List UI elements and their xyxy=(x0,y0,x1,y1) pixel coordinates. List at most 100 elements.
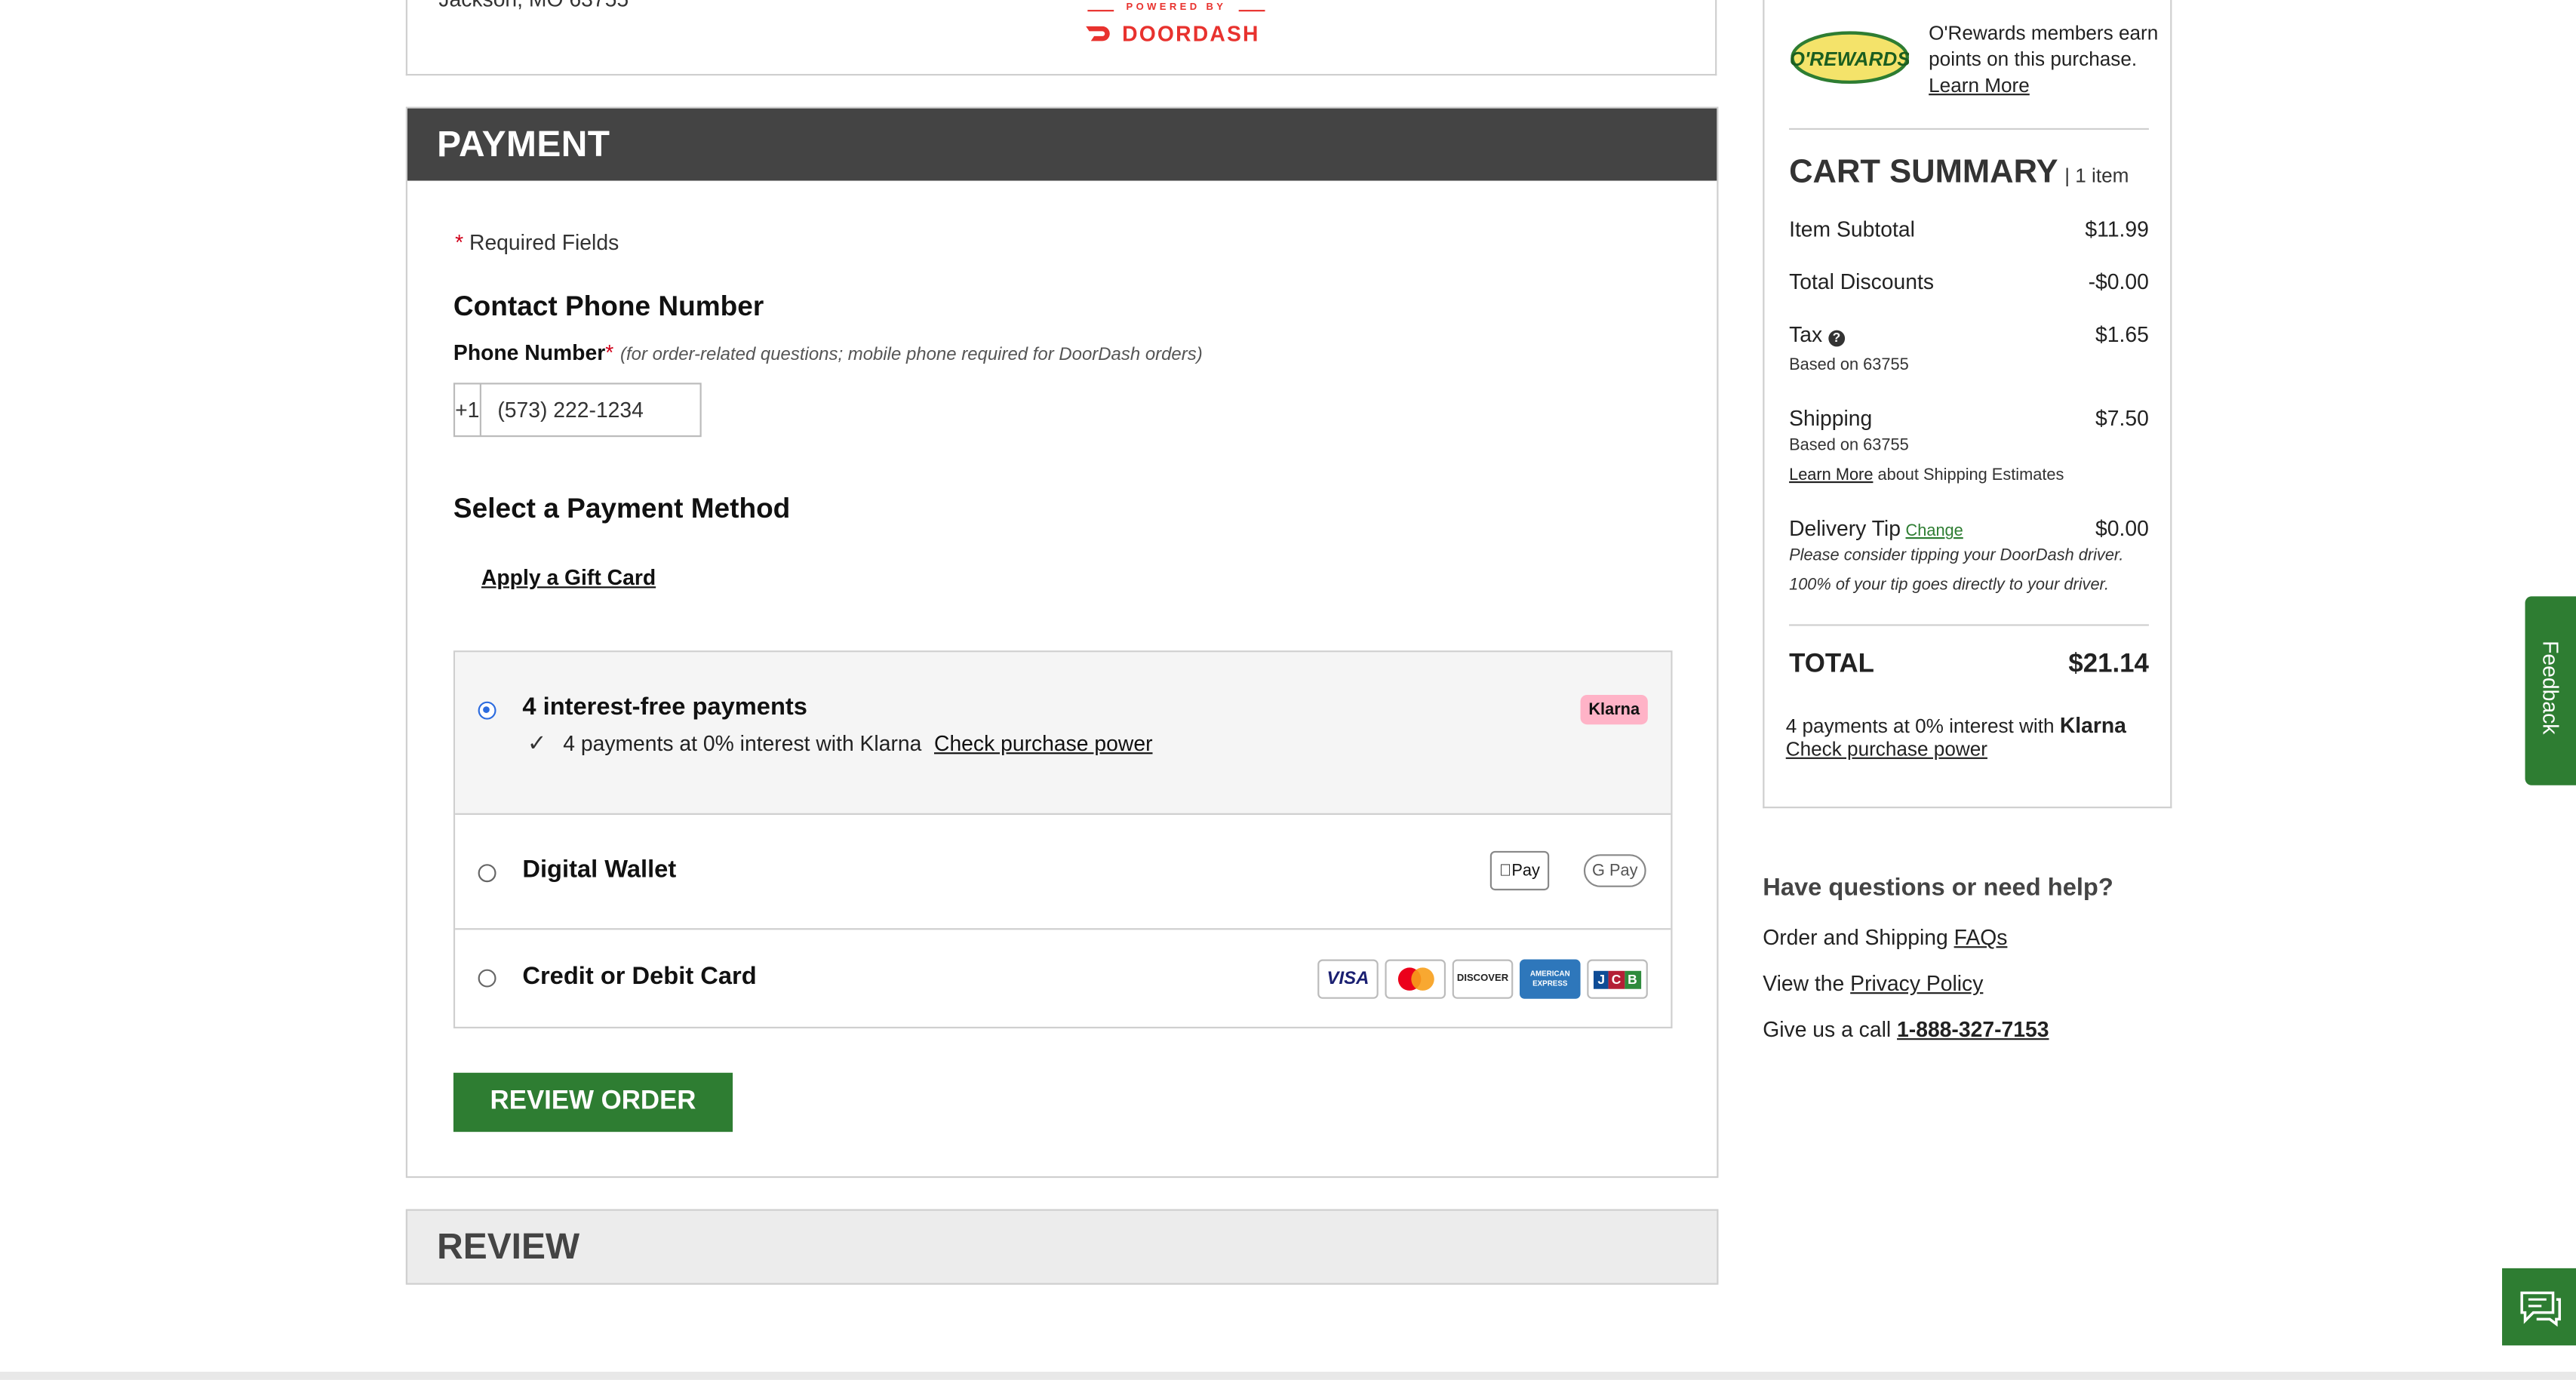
contact-phone-heading: Contact Phone Number xyxy=(453,290,764,322)
help-circle-icon[interactable]: ? xyxy=(1828,330,1845,347)
privacy-policy-link[interactable]: Privacy Policy xyxy=(1850,971,1983,996)
tip-note: Please consider tipping your DoorDash dr… xyxy=(1789,542,2153,601)
klarna-brand: Klarna xyxy=(2059,712,2126,738)
help-call-text: Give us a call xyxy=(1763,1016,1898,1042)
review-panel[interactable]: REVIEW xyxy=(405,1209,1719,1285)
payment-option-credit-card[interactable]: Credit or Debit Card VISA DISCOVER AMERI… xyxy=(455,930,1671,1026)
powered-by-label: POWERED BY xyxy=(1087,3,1265,13)
chat-button[interactable] xyxy=(2502,1268,2576,1346)
delivery-tip-row: Delivery Tip Change $0.00 xyxy=(1789,516,2149,541)
digital-wallet-radio[interactable] xyxy=(478,864,496,883)
help-faqs-text: Order and Shipping xyxy=(1763,924,1954,950)
total-value: $21.14 xyxy=(2068,650,2149,679)
phone-call-link[interactable]: 1-888-327-7153 xyxy=(1897,1017,2049,1042)
apple-pay-icon: Pay xyxy=(1489,850,1550,891)
phone-hint: (for order-related questions; mobile pho… xyxy=(619,345,1203,365)
jcb-b: B xyxy=(1624,970,1641,988)
shipping-learn-rest: about Shipping Estimates xyxy=(1873,466,2064,485)
cart-check-purchase-power-link[interactable]: Check purchase power xyxy=(1786,738,1987,761)
digital-wallet-label: Digital Wallet xyxy=(522,856,677,884)
divider xyxy=(1789,128,2149,131)
payment-option-digital-wallet[interactable]: Digital Wallet Pay G Pay xyxy=(455,815,1671,930)
apple-pay-text: Pay xyxy=(1505,861,1540,880)
orewards-copy: O'Rewards members earn points on this pu… xyxy=(1929,21,2159,71)
shipping-address-card: Jackson, MO 63755 POWERED BY DOORDASH xyxy=(405,0,1717,76)
orewards-logo-text: O'REWARDS xyxy=(1791,48,1909,70)
address-line: Jackson, MO 63755 xyxy=(438,0,629,11)
amex-icon: AMERICAN EXPRESS xyxy=(1520,959,1581,999)
help-privacy-line: View the Privacy Policy xyxy=(1763,971,1983,996)
cart-item-count: | 1 item xyxy=(2064,164,2129,188)
review-order-button[interactable]: REVIEW ORDER xyxy=(453,1072,733,1133)
phone-required-star: * xyxy=(605,340,614,365)
faqs-link[interactable]: FAQs xyxy=(1954,925,2008,950)
doordash-name: DOORDASH xyxy=(1122,21,1260,46)
tax-value: $1.65 xyxy=(2095,321,2149,347)
help-call-line: Give us a call 1-888-327-7153 xyxy=(1763,1017,2049,1042)
divider xyxy=(1789,624,2149,626)
checkout-page: Jackson, MO 63755 POWERED BY DOORDASH PA… xyxy=(0,0,2576,1380)
cart-summary-card: O'REWARDS O'Rewards members earn points … xyxy=(1763,0,2172,809)
tip-note-line-2: 100% of your tip goes directly to your d… xyxy=(1789,576,2110,595)
orewards-logo-graphic: O'REWARDS xyxy=(1790,31,1910,85)
phone-label-text: Phone Number xyxy=(453,340,606,365)
cart-title-text: CART SUMMARY xyxy=(1789,154,2058,191)
klarna-installment-line: 4 payments at 0% interest with Klarna xyxy=(1786,713,2126,738)
tax-row: Tax ? $1.65 xyxy=(1789,322,2149,347)
doordash-logo: DOORDASH xyxy=(1084,21,1260,46)
tip-change-link[interactable]: Change xyxy=(1905,522,1963,540)
tax-label: Tax xyxy=(1789,321,1823,347)
required-star: * xyxy=(455,229,464,255)
subtotal-label: Item Subtotal xyxy=(1789,217,1915,242)
phone-input[interactable] xyxy=(481,384,790,435)
jcb-icon: JCB xyxy=(1587,959,1648,999)
help-faqs-line: Order and Shipping FAQs xyxy=(1763,925,2007,950)
shipping-estimates-line: Learn More about Shipping Estimates xyxy=(1789,466,2064,484)
mastercard-circles xyxy=(1397,967,1434,991)
phone-field: +1 xyxy=(453,383,790,438)
credit-card-radio[interactable] xyxy=(478,969,496,988)
subtotal-value: $11.99 xyxy=(2085,217,2149,242)
klarna-installment-text: 4 payments at 0% interest with xyxy=(1785,715,2055,738)
shipping-value: $7.50 xyxy=(2095,405,2149,431)
tip-value: $0.00 xyxy=(2095,515,2149,541)
orewards-learn-more-link[interactable]: Learn More xyxy=(1929,74,2030,97)
jcb-c: C xyxy=(1608,970,1625,988)
help-heading: Have questions or need help? xyxy=(1763,874,2113,902)
phone-number-label: Phone Number* (for order-related question… xyxy=(453,340,1203,365)
orewards-text: O'Rewards members earn points on this pu… xyxy=(1929,20,2159,99)
tip-label: Delivery Tip xyxy=(1789,515,1901,541)
chat-icon xyxy=(2519,1290,2560,1326)
apply-gift-card-link[interactable]: Apply a Gift Card xyxy=(481,565,656,590)
discounts-label: Total Discounts xyxy=(1789,269,1935,294)
payment-method-heading: Select a Payment Method xyxy=(453,493,791,524)
tip-note-line-1: Please consider tipping your DoorDash dr… xyxy=(1789,547,2124,565)
required-text: Required Fields xyxy=(463,229,619,255)
doordash-icon xyxy=(1086,26,1110,41)
klarna-badge: Klarna xyxy=(1580,694,1648,725)
shipping-row: Shipping $7.50 xyxy=(1789,406,2149,431)
klarna-sub-line: ✓ 4 payments at 0% interest with Klarna … xyxy=(527,730,1153,758)
payment-header: PAYMENT xyxy=(407,108,1717,181)
payment-option-klarna[interactable]: 4 interest-free payments Klarna ✓ 4 paym… xyxy=(455,652,1671,815)
payment-panel: PAYMENT * Required Fields Contact Phone … xyxy=(405,106,1719,1179)
tax-label-group: Tax ? xyxy=(1789,322,1845,347)
check-icon: ✓ xyxy=(527,729,547,756)
help-privacy-text: View the xyxy=(1763,970,1851,996)
total-row: TOTAL $21.14 xyxy=(1789,650,2149,680)
klarna-sub-copy: 4 payments at 0% interest with Klarna xyxy=(563,730,922,756)
total-label: TOTAL xyxy=(1789,650,1874,679)
shipping-learn-more-link[interactable]: Learn More xyxy=(1789,466,1873,484)
feedback-label: Feedback xyxy=(2538,641,2563,735)
discover-icon: DISCOVER xyxy=(1452,959,1514,999)
payment-methods-list: 4 interest-free payments Klarna ✓ 4 paym… xyxy=(453,650,1673,1028)
klarna-sub-text: 4 payments at 0% interest with Klarna Ch… xyxy=(563,731,1152,756)
cart-summary-title: CART SUMMARY | 1 item xyxy=(1789,155,2129,192)
footer-divider xyxy=(0,1372,2576,1380)
visa-icon: VISA xyxy=(1317,959,1379,999)
klarna-radio[interactable] xyxy=(478,701,496,720)
feedback-tab[interactable]: Feedback xyxy=(2525,596,2576,785)
tax-note: Based on 63755 xyxy=(1789,356,1909,375)
check-purchase-power-link[interactable]: Check purchase power xyxy=(934,731,1153,756)
mastercard-icon xyxy=(1385,959,1446,999)
